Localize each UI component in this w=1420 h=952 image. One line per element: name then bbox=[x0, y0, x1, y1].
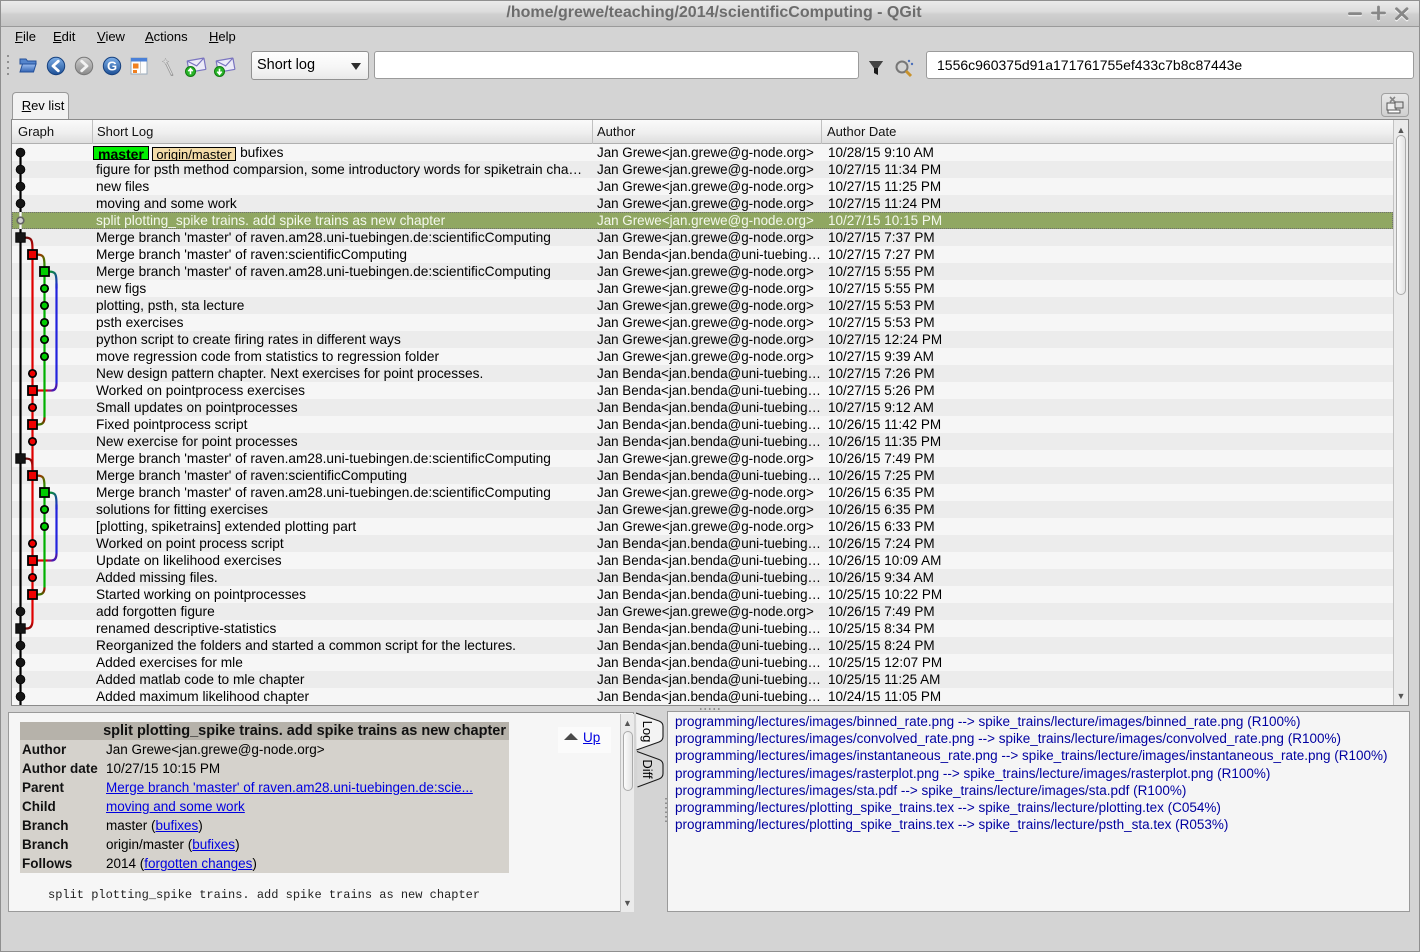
svg-text:G: G bbox=[107, 59, 117, 74]
svg-text:Log: Log bbox=[640, 721, 655, 743]
svg-text:Diff: Diff bbox=[640, 759, 655, 779]
